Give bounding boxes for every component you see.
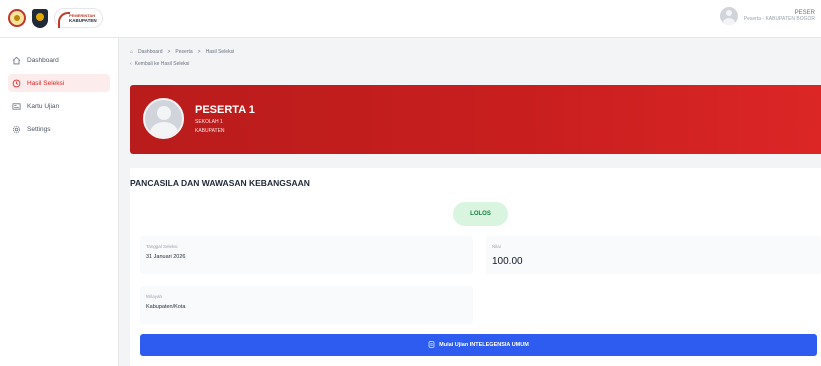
- score-value: 100.00: [492, 256, 523, 267]
- region-info-box: Wilayah Kabupaten/Kota: [140, 286, 473, 324]
- gear-icon: [12, 125, 21, 134]
- result-card: PANCASILA DAN WAWASAN KEBANGSAAN LOLOS T…: [130, 168, 821, 366]
- participant-avatar: [143, 98, 184, 139]
- start-exam-label: Mulai Ujian INTELEGENSIA UMUM: [439, 342, 529, 348]
- sidebar-item-label: Dashboard: [27, 56, 59, 64]
- participant-banner: PESERTA 1 SEKOLAH 1 KABUPATEN: [130, 85, 821, 154]
- user-info: PESER Peserta - KABUPATEN BOGOR: [744, 10, 815, 22]
- subject-title: PANCASILA DAN WAWASAN KEBANGSAAN: [130, 178, 310, 188]
- breadcrumb-separator: >: [167, 49, 171, 55]
- home-icon: ⌂: [130, 49, 134, 55]
- region-value: Kabupaten/Kota: [146, 304, 186, 310]
- breadcrumb-item-peserta[interactable]: Peserta: [175, 49, 192, 55]
- sidebar-item-hasil-seleksi[interactable]: Hasil Seleksi: [8, 74, 110, 92]
- sidebar-item-label: Settings: [27, 125, 51, 133]
- user-role: Peserta - KABUPATEN BOGOR: [743, 16, 815, 22]
- date-value: 31 Januari 2026: [146, 254, 186, 260]
- brand-logo[interactable]: PEMERINTAH KABUPATEN: [54, 8, 103, 28]
- sidebar-item-label: Kartu Ujian: [27, 102, 60, 110]
- shield-logo: [32, 8, 48, 28]
- chevron-left-icon: ‹: [130, 61, 132, 67]
- back-link[interactable]: ‹ Kembali ke Hasil Seleksi: [130, 61, 189, 67]
- home-icon: [12, 56, 21, 65]
- top-bar: PEMERINTAH KABUPATEN PESER Peserta - KAB…: [0, 0, 821, 38]
- score-label: Nilai: [492, 244, 501, 249]
- user-menu[interactable]: PESER Peserta - KABUPATEN BOGOR: [719, 7, 815, 25]
- sidebar-item-kartu-ujian[interactable]: Kartu Ujian: [8, 97, 110, 115]
- breadcrumb-item-dashboard[interactable]: Dashboard: [138, 49, 162, 55]
- status-badge: LOLOS: [453, 202, 508, 226]
- sidebar-item-dashboard[interactable]: Dashboard: [8, 51, 110, 69]
- sidebar-item-label: Hasil Seleksi: [27, 79, 65, 87]
- date-info-box: Tanggal Seleksi 31 Januari 2026: [140, 236, 473, 274]
- brand-line-2: KABUPATEN: [69, 18, 97, 23]
- start-exam-button[interactable]: Mulai Ujian INTELEGENSIA UMUM: [140, 334, 817, 356]
- participant-name: PESERTA 1: [195, 104, 255, 116]
- participant-district: KABUPATEN: [195, 128, 225, 134]
- logo-group: PEMERINTAH KABUPATEN: [8, 8, 103, 28]
- emblem-logo: [8, 9, 26, 27]
- id-card-icon: [12, 102, 21, 111]
- region-label: Wilayah: [146, 294, 163, 299]
- breadcrumb-separator: >: [197, 49, 201, 55]
- sidebar-item-settings[interactable]: Settings: [8, 120, 110, 138]
- user-avatar-icon[interactable]: [719, 7, 738, 25]
- main-content: ⌂ Dashboard > Peserta > Hasil Seleksi ‹ …: [119, 38, 821, 366]
- participant-school: SEKOLAH 1: [195, 119, 223, 125]
- breadcrumb-item-current: Hasil Seleksi: [205, 49, 235, 55]
- back-link-label: Kembali ke Hasil Seleksi: [134, 61, 190, 67]
- date-label: Tanggal Seleksi: [146, 244, 178, 249]
- exam-icon: [428, 340, 435, 350]
- score-info-box: Nilai 100.00: [486, 236, 821, 274]
- sidebar: Dashboard Hasil Seleksi Kartu Ujian Sett…: [0, 38, 119, 366]
- clock-icon: [12, 79, 21, 88]
- breadcrumb: ⌂ Dashboard > Peserta > Hasil Seleksi: [130, 49, 234, 55]
